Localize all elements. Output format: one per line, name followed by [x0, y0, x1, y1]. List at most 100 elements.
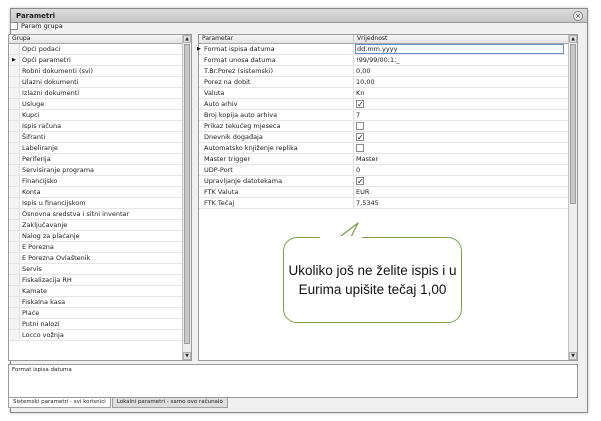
parameter-checkbox[interactable]: [356, 122, 364, 130]
parameter-row[interactable]: Upravljanje datotekama: [199, 176, 569, 187]
parameter-row[interactable]: Format unosa datuma !99/99/00;1;_: [199, 55, 569, 66]
parametar-column-header[interactable]: Parametar: [199, 35, 354, 43]
scroll-up-button[interactable]: ▲: [569, 35, 577, 43]
row-indicator: [10, 319, 20, 329]
group-list-item[interactable]: Šifranti: [9, 132, 183, 143]
group-list-item[interactable]: Plaće: [9, 308, 183, 319]
parameter-value-checkbox-cell[interactable]: [354, 176, 569, 186]
parameter-row[interactable]: T.Br.Porez (sistemski) 0,00: [199, 66, 569, 77]
parameter-value-editor[interactable]: dd.mm.yyyy: [355, 44, 564, 54]
group-list-item[interactable]: Periferija: [9, 154, 183, 165]
parameter-row[interactable]: Auto arhiv: [199, 99, 569, 110]
parameter-row[interactable]: Dnevnik događaja: [199, 132, 569, 143]
group-list-item[interactable]: Ulazni dokumenti: [9, 77, 183, 88]
parameter-checkbox[interactable]: [356, 176, 364, 186]
hint-callout: Ukoliko još ne želite ispis i u Eurima u…: [283, 237, 462, 323]
param-grupa-checkbox[interactable]: [10, 22, 18, 30]
row-indicator: [199, 165, 203, 175]
group-list-item[interactable]: Robni dokumenti (svi): [9, 66, 183, 77]
parameter-row[interactable]: FTK Tečaj 7,5345: [199, 198, 569, 209]
group-list-item[interactable]: Ispis u financijskom: [9, 198, 183, 209]
parameter-row[interactable]: Porez na dobit 10,00: [199, 77, 569, 88]
scroll-down-button[interactable]: ▼: [569, 352, 577, 360]
parameter-value[interactable]: Master: [354, 154, 569, 164]
group-list-item-label: E Porezna Ovlaštenik: [22, 254, 91, 262]
parameter-value-checkbox-cell[interactable]: [354, 132, 569, 142]
group-list-item[interactable]: Kamate: [9, 286, 183, 297]
group-list-item[interactable]: Kupci: [9, 110, 183, 121]
group-list-item[interactable]: Nalog za plaćanje: [9, 231, 183, 242]
parameter-row[interactable]: UDP-Port 0: [199, 165, 569, 176]
row-indicator: [199, 143, 203, 153]
parameter-value-checkbox-cell[interactable]: [354, 121, 569, 131]
scroll-down-button[interactable]: ▼: [183, 352, 191, 360]
scroll-up-button[interactable]: ▲: [183, 35, 191, 43]
parameter-value[interactable]: EUR: [354, 187, 569, 197]
parameter-checkbox[interactable]: [356, 144, 364, 152]
current-row-arrow-icon: [10, 55, 20, 66]
group-list-item[interactable]: Labeliranje: [9, 143, 183, 154]
parameter-value-checkbox-cell[interactable]: [354, 143, 569, 153]
parameter-value[interactable]: 0: [354, 165, 569, 175]
scroll-thumb[interactable]: [570, 44, 576, 204]
parameter-row[interactable]: Prikaz tekućeg mjeseca: [199, 121, 569, 132]
parameter-value[interactable]: Kn: [354, 88, 569, 98]
parameter-value-cell[interactable]: dd.mm.yyyy: [354, 44, 569, 54]
tab-system-parameters[interactable]: Sistemski parametri - svi korisnici: [8, 398, 111, 408]
parameter-checkbox[interactable]: [356, 99, 364, 109]
current-row-arrow-icon: [197, 44, 203, 55]
parameter-row[interactable]: Broj kopija auto arhiva 7: [199, 110, 569, 121]
group-list-item-label: E Porezna: [22, 243, 54, 251]
group-list-item[interactable]: Opći parametri: [9, 55, 183, 66]
close-button[interactable]: ×: [573, 11, 583, 21]
group-list-item[interactable]: Ispis računa: [9, 121, 183, 132]
tab-local-parameters[interactable]: Lokalni parametri - samo ovo računalo: [111, 398, 228, 408]
parameter-grid-scrollbar[interactable]: ▲ ▼: [568, 35, 577, 360]
group-list-item[interactable]: Osnovna sredstva i sitni inventar: [9, 209, 183, 220]
group-list-item[interactable]: Opći podaci: [9, 44, 183, 55]
vrijednost-column-header[interactable]: Vrijednost: [354, 35, 569, 43]
scroll-thumb[interactable]: [184, 44, 190, 344]
parameter-name: Valuta: [203, 88, 354, 98]
group-list-item[interactable]: Putni nalozi: [9, 319, 183, 330]
group-list-item[interactable]: E Porezna Ovlaštenik: [9, 253, 183, 264]
group-list-item[interactable]: Zaključavanje: [9, 220, 183, 231]
parameter-value[interactable]: !99/99/00;1;_: [354, 55, 569, 65]
group-grid-scrollbar[interactable]: ▲ ▼: [182, 35, 191, 360]
group-list-item-label: Labeliranje: [22, 144, 58, 152]
parameter-name: Upravljanje datotekama: [203, 176, 354, 186]
group-list-item[interactable]: Usluge: [9, 99, 183, 110]
parameter-value[interactable]: 7,5345: [354, 198, 569, 208]
row-indicator: [199, 176, 203, 186]
row-indicator: [199, 88, 203, 98]
parameter-row[interactable]: FTK Valuta EUR: [199, 187, 569, 198]
row-indicator: [10, 88, 20, 98]
parameter-checkbox[interactable]: [356, 132, 364, 142]
group-list-item[interactable]: Financijsko: [9, 176, 183, 187]
row-indicator: [199, 187, 203, 197]
parameter-row[interactable]: Automatsko knjiženje replika: [199, 143, 569, 154]
parameter-value-checkbox-cell[interactable]: [354, 99, 569, 109]
group-list-item-label: Zaključavanje: [22, 221, 68, 229]
group-list-item[interactable]: Fiskalizacija RH: [9, 275, 183, 286]
grupa-column-header[interactable]: Grupa: [9, 35, 183, 43]
group-list-item-label: Ispis u financijskom: [22, 199, 86, 207]
group-list-item[interactable]: Izlazni dokumenti: [9, 88, 183, 99]
group-list-item[interactable]: Servis: [9, 264, 183, 275]
parameter-name: Automatsko knjiženje replika: [203, 143, 354, 153]
group-list-item[interactable]: Locco vožnja: [9, 330, 183, 341]
group-list-item[interactable]: E Porezna: [9, 242, 183, 253]
parameter-row[interactable]: Master trigger Master: [199, 154, 569, 165]
parameter-name: Broj kopija auto arhiva: [203, 110, 354, 120]
parameter-name: FTK Valuta: [203, 187, 354, 197]
row-indicator: [10, 176, 20, 186]
group-list-item[interactable]: Konta: [9, 187, 183, 198]
parameter-row[interactable]: Format ispisa datumadd.mm.yyyy: [197, 44, 569, 55]
parameter-row[interactable]: Valuta Kn: [199, 88, 569, 99]
group-list-item-label: Opći parametri: [22, 56, 71, 64]
parameter-value[interactable]: 10,00: [354, 77, 569, 87]
group-list-item[interactable]: Servisiranje programa: [9, 165, 183, 176]
group-list-item[interactable]: Fiskalna kasa: [9, 297, 183, 308]
parameter-value[interactable]: 7: [354, 110, 569, 120]
parameter-value[interactable]: 0,00: [354, 66, 569, 76]
